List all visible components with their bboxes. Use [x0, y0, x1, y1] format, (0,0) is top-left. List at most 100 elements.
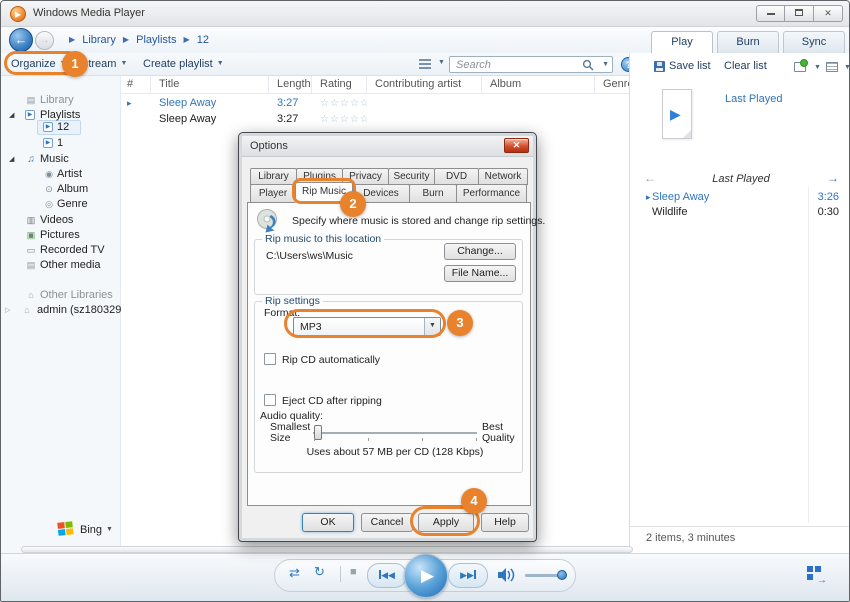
- list-options-icon[interactable]: [826, 62, 838, 72]
- breadcrumb-library[interactable]: Library: [82, 34, 116, 46]
- column-header-number[interactable]: #: [121, 76, 151, 93]
- column-header-title[interactable]: Title: [151, 76, 269, 93]
- album-art-placeholder[interactable]: [662, 89, 692, 139]
- dialog-close-button[interactable]: ✕: [504, 138, 529, 153]
- view-options-icon[interactable]: [419, 59, 431, 69]
- search-input[interactable]: [454, 58, 582, 71]
- play-to-icon[interactable]: [794, 62, 806, 72]
- help-button[interactable]: Help: [481, 513, 529, 532]
- album-cell: [482, 96, 595, 112]
- last-played-caption: Last Played: [725, 93, 782, 105]
- chevron-down-icon: ▼: [116, 60, 127, 67]
- column-header-contributing-artist[interactable]: Contributing artist: [367, 76, 482, 93]
- sidebar-item-library[interactable]: Library: [1, 93, 121, 108]
- previous-button[interactable]: ◀◀: [367, 563, 407, 588]
- album-icon: [43, 183, 55, 195]
- switch-to-now-playing-button[interactable]: →: [807, 566, 829, 584]
- create-playlist-button[interactable]: Create playlist▼: [143, 58, 224, 70]
- stop-button[interactable]: ■: [350, 566, 357, 578]
- dialog-tab-player[interactable]: Player: [250, 184, 296, 203]
- eject-cd-checkbox[interactable]: [264, 394, 276, 406]
- other-media-icon: [25, 259, 37, 271]
- bing-button[interactable]: Bing▼: [80, 524, 113, 536]
- best-quality-label: Best Quality: [482, 422, 526, 444]
- sidebar-item-album[interactable]: Album: [1, 182, 121, 197]
- file-name-button[interactable]: File Name...: [444, 265, 516, 282]
- sidebar-item-genre[interactable]: Genre: [1, 197, 121, 212]
- dialog-title: Options: [250, 140, 288, 152]
- audio-quality-slider-thumb[interactable]: [314, 425, 322, 440]
- chevron-down-icon: ▼: [102, 526, 113, 533]
- rating-stars[interactable]: ☆☆☆☆☆: [312, 96, 367, 112]
- forward-button[interactable]: →: [35, 31, 54, 50]
- sidebar-item-videos[interactable]: Videos: [1, 213, 121, 228]
- search-icon[interactable]: [582, 59, 594, 71]
- play-list-panel: Save list Clear list ▼ ▼ Last Played ← L…: [629, 53, 850, 553]
- now-playing-indicator-icon: ▸: [640, 192, 651, 203]
- column-header-length[interactable]: Length: [269, 76, 312, 93]
- sidebar-item-pictures[interactable]: Pictures: [1, 228, 121, 243]
- chevron-down-icon[interactable]: ▼: [840, 64, 850, 71]
- minimize-button[interactable]: [756, 5, 785, 22]
- close-icon: ✕: [824, 8, 832, 18]
- expander-expanded-icon[interactable]: ◢: [9, 155, 14, 163]
- search-options-dropdown[interactable]: ▼: [598, 61, 609, 68]
- rip-music-tab-page: Specify where music is stored and change…: [247, 202, 531, 506]
- song-title: Sleep Away: [151, 112, 269, 128]
- dialog-tab-network[interactable]: Network: [478, 168, 528, 185]
- slider-tick: [314, 438, 315, 441]
- music-icon: [25, 153, 37, 165]
- repeat-button[interactable]: ↻: [314, 564, 325, 580]
- sidebar-item-playlist-1[interactable]: 1: [1, 136, 121, 151]
- tab-play[interactable]: Play: [651, 31, 713, 54]
- rip-cd-icon: [256, 208, 283, 235]
- sidebar-item-playlist-12[interactable]: 12: [1, 120, 121, 135]
- save-list-button[interactable]: Save list: [669, 60, 711, 72]
- expander-expanded-icon[interactable]: ◢: [9, 111, 14, 119]
- column-header-rating[interactable]: Rating: [312, 76, 367, 93]
- dialog-tab-performance[interactable]: Performance: [456, 184, 527, 203]
- maximize-button[interactable]: [785, 5, 814, 22]
- next-button[interactable]: ▶▶: [448, 563, 488, 588]
- chevron-down-icon[interactable]: ▼: [810, 64, 821, 71]
- dialog-tab-burn[interactable]: Burn: [409, 184, 457, 203]
- shuffle-button[interactable]: ⇄: [289, 565, 300, 581]
- dialog-tab-security[interactable]: Security: [388, 168, 435, 185]
- sidebar-item-artist[interactable]: Artist: [1, 167, 121, 182]
- rating-stars[interactable]: ☆☆☆☆☆: [312, 112, 367, 128]
- cancel-button[interactable]: Cancel: [361, 513, 413, 532]
- expander-collapsed-icon[interactable]: ▷: [5, 306, 10, 314]
- dialog-tab-dvd[interactable]: DVD: [434, 168, 479, 185]
- rip-cd-automatically-checkbox[interactable]: [264, 353, 276, 365]
- tab-burn[interactable]: Burn: [717, 31, 779, 53]
- play-button[interactable]: ▶: [404, 554, 448, 598]
- ok-button[interactable]: OK: [302, 513, 354, 532]
- table-row[interactable]: Sleep Away 3:27 ☆☆☆☆☆: [121, 112, 629, 128]
- close-button[interactable]: ✕: [814, 5, 843, 22]
- sidebar-item-other-media[interactable]: Other media: [1, 258, 121, 273]
- breadcrumb-arrow-icon: ▶: [180, 35, 194, 44]
- view-options-dropdown[interactable]: ▼: [434, 57, 445, 69]
- next-list-arrow-icon[interactable]: →: [827, 171, 839, 185]
- breadcrumb-12[interactable]: 12: [197, 34, 209, 46]
- playlist-icon: [25, 110, 35, 120]
- sidebar-item-music[interactable]: ◢ Music: [1, 152, 121, 167]
- rip-cd-automatically-label: Rip CD automatically: [282, 354, 380, 366]
- volume-slider-thumb[interactable]: [557, 570, 567, 580]
- change-button[interactable]: Change...: [444, 243, 516, 260]
- audio-quality-slider-track[interactable]: [313, 432, 477, 434]
- dialog-tab-library[interactable]: Library: [250, 168, 297, 185]
- sidebar-item-recorded-tv[interactable]: Recorded TV: [1, 243, 121, 258]
- column-header-album[interactable]: Album: [482, 76, 595, 93]
- back-button[interactable]: ←: [9, 28, 33, 52]
- sidebar-item-other-libraries[interactable]: Other Libraries: [1, 288, 121, 303]
- clear-list-button[interactable]: Clear list: [724, 60, 767, 72]
- table-row[interactable]: ▸ Sleep Away 3:27 ☆☆☆☆☆: [121, 96, 629, 112]
- horizontal-scrollbar[interactable]: [21, 546, 633, 553]
- mute-button[interactable]: [498, 567, 518, 583]
- play-icon: ▶: [418, 566, 434, 585]
- column-header-genre[interactable]: Genre: [595, 76, 629, 93]
- tab-sync[interactable]: Sync: [783, 31, 845, 53]
- sidebar-item-admin-library[interactable]: ▷ admin (sz18032905cl: [1, 303, 121, 318]
- breadcrumb-playlists[interactable]: Playlists: [136, 34, 176, 46]
